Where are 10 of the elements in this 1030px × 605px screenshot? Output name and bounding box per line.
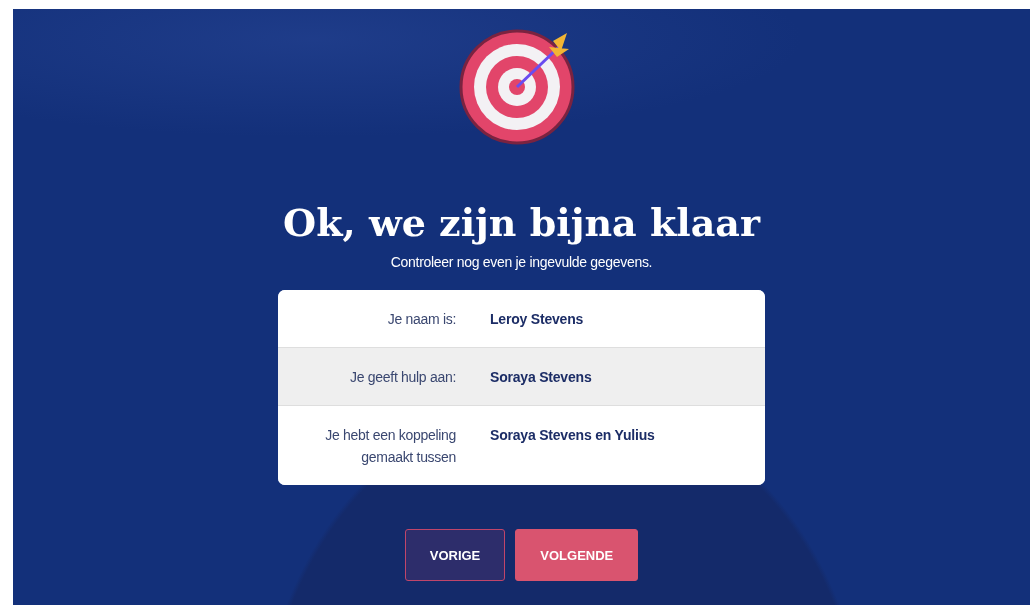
summary-label: Je hebt een koppeling gemaakt tussen <box>324 426 456 467</box>
summary-label: Je naam is: <box>386 310 456 329</box>
page-heading: Ok, we zijn bijna klaar <box>283 199 760 247</box>
summary-label: Je geeft hulp aan: <box>349 368 456 387</box>
next-button[interactable]: VOLGENDE <box>515 529 639 581</box>
summary-value: Soraya Stevens en Yulius <box>490 426 656 445</box>
page-subheading: Controleer nog even je ingevulde gegevens. <box>390 253 653 271</box>
summary-value: Soraya Stevens <box>490 368 593 387</box>
back-button[interactable]: VORIGE <box>404 529 506 581</box>
summary-value: Leroy Stevens <box>490 310 585 329</box>
